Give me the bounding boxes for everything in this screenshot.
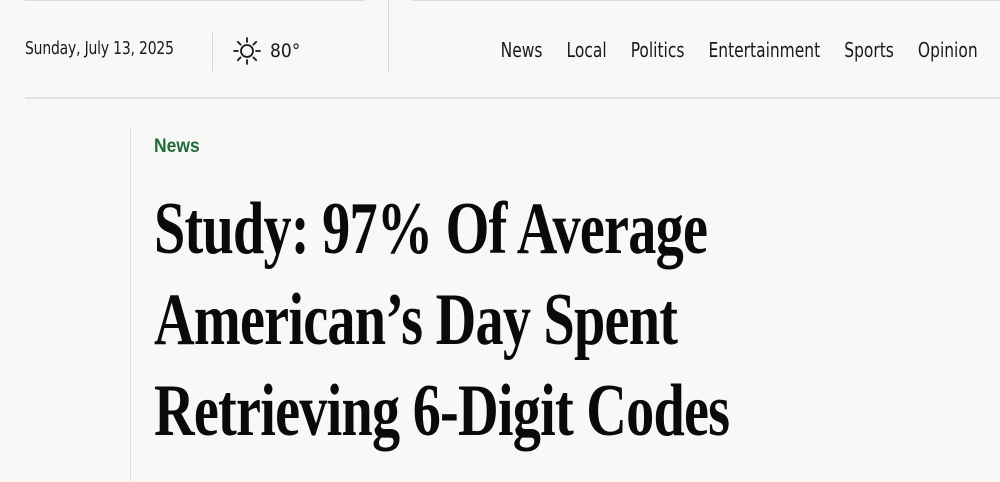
headline-line: American’s Day Spent — [154, 279, 678, 361]
section-kicker-link[interactable]: News — [154, 136, 200, 158]
nav-item-local[interactable]: Local — [567, 38, 607, 62]
current-date: Sunday, July 13, 2025 — [25, 38, 174, 59]
nav-item-opinion[interactable]: Opinion — [918, 38, 978, 62]
headline-line: Retrieving 6-Digit Codes — [154, 370, 730, 452]
temperature: 80° — [270, 40, 301, 62]
headline-line: Study: 97% Of Average — [154, 188, 708, 270]
header-divider — [25, 97, 1000, 99]
nav-item-entertainment[interactable]: Entertainment — [709, 38, 821, 62]
site-header: Sunday, July 13, 2025 80° News Local Pol… — [0, 0, 1000, 100]
article-headline: Study: 97% Of Average American’s Day Spe… — [154, 184, 914, 457]
primary-nav: News Local Politics Entertainment Sports… — [477, 38, 978, 62]
nav-item-news[interactable]: News — [501, 38, 543, 62]
nav-item-sports[interactable]: Sports — [845, 38, 895, 62]
nav-item-politics[interactable]: Politics — [631, 38, 685, 62]
article-vertical-rule — [130, 128, 131, 482]
date-weather-divider — [212, 33, 213, 71]
weather-widget[interactable]: 80° — [232, 34, 300, 68]
sun-icon — [232, 36, 262, 66]
